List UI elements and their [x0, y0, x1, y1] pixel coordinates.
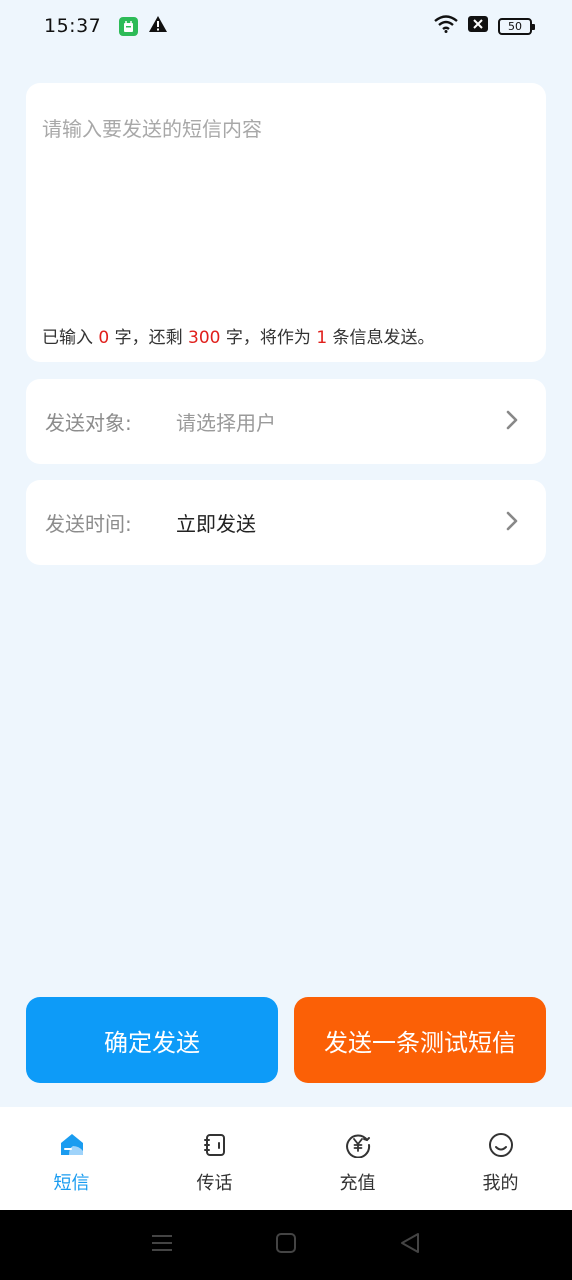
character-counter: 已输入 0 字，还剩 300 字，将作为 1 条信息发送。 — [42, 323, 435, 348]
notebook-icon — [201, 1131, 229, 1159]
send-time-label: 发送时间: — [45, 512, 132, 536]
tab-sms[interactable]: 短信 — [0, 1107, 143, 1210]
menu-icon[interactable] — [151, 1233, 173, 1257]
tab-label: 我的 — [482, 1173, 519, 1194]
yuan-recharge-icon — [344, 1131, 372, 1159]
send-target-value: 请选择用户 — [176, 411, 276, 435]
battery-icon: 50 — [498, 17, 535, 35]
send-target-label: 发送对象: — [45, 411, 132, 435]
status-time: 15:37 — [44, 15, 102, 37]
send-time-row[interactable]: 发送时间: 立即发送 — [26, 480, 546, 565]
counter-mid1: 字，还剩 — [109, 328, 189, 348]
counter-mid2: 字，将作为 — [220, 328, 317, 348]
chevron-right-icon — [506, 410, 518, 434]
tab-label: 传话 — [196, 1173, 233, 1194]
confirm-send-button[interactable]: 确定发送 — [26, 997, 278, 1083]
wifi-icon — [434, 15, 458, 37]
tab-relay[interactable]: 传话 — [143, 1107, 286, 1210]
bottom-tab-bar: 短信 传话 充值 我的 — [0, 1107, 572, 1210]
home-square-icon[interactable] — [275, 1232, 297, 1258]
counter-suffix: 条信息发送。 — [327, 328, 435, 348]
tab-label: 充值 — [339, 1173, 376, 1194]
app-badge-icon — [119, 16, 139, 36]
counter-typed: 0 — [98, 328, 110, 348]
smiley-profile-icon — [487, 1131, 515, 1159]
counter-parts: 1 — [316, 328, 328, 348]
message-card: 已输入 0 字，还剩 300 字，将作为 1 条信息发送。 — [26, 83, 546, 362]
back-triangle-icon[interactable] — [399, 1232, 421, 1258]
sim-off-icon — [468, 16, 488, 36]
counter-remaining: 300 — [188, 328, 221, 348]
tab-label: 短信 — [53, 1173, 90, 1194]
tab-profile[interactable]: 我的 — [429, 1107, 572, 1210]
warning-icon — [148, 15, 168, 37]
sms-home-icon — [58, 1131, 86, 1159]
send-time-value: 立即发送 — [176, 512, 256, 536]
status-right-icons: 50 — [434, 15, 535, 37]
system-nav-bar — [0, 1210, 572, 1280]
status-left-icons — [119, 15, 168, 37]
status-bar: 15:37 50 — [0, 0, 572, 52]
send-target-row[interactable]: 发送对象: 请选择用户 — [26, 379, 546, 464]
tab-recharge[interactable]: 充值 — [286, 1107, 429, 1210]
chevron-right-icon — [506, 511, 518, 535]
message-input[interactable] — [42, 113, 530, 283]
send-test-sms-button[interactable]: 发送一条测试短信 — [294, 997, 546, 1083]
counter-prefix: 已输入 — [42, 328, 99, 348]
